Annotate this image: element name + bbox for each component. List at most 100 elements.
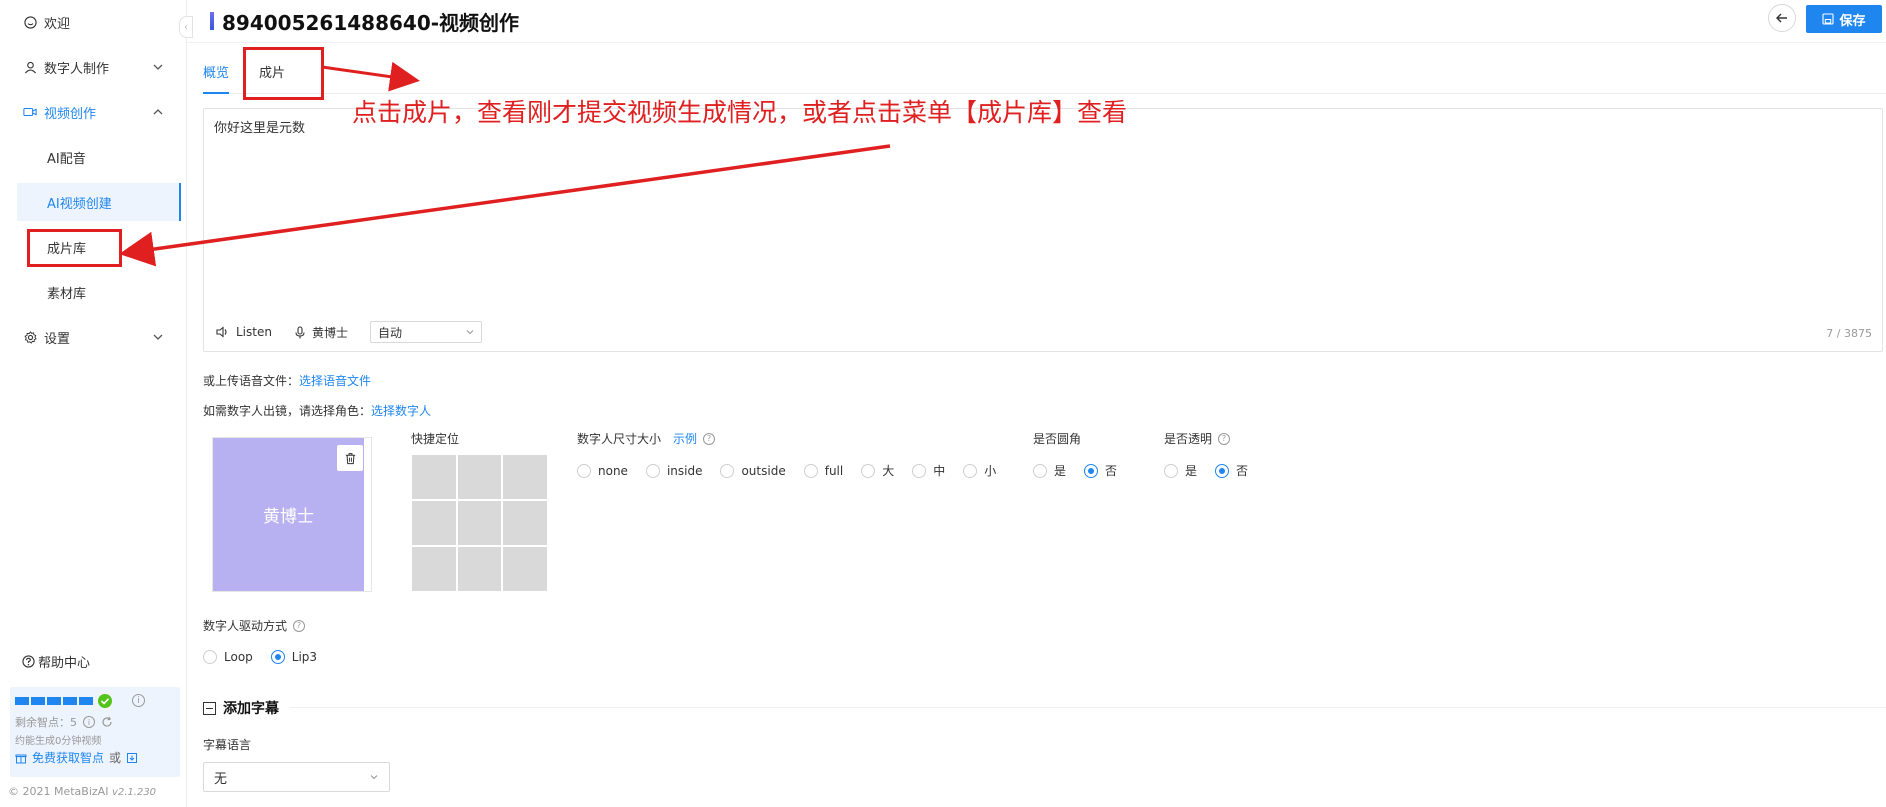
avatar-name: 黄博士	[263, 507, 314, 527]
speed-select[interactable]: 自动	[369, 321, 482, 343]
video-icon	[22, 104, 38, 120]
sidebar-subitem-ai-video[interactable]: AI视频创建	[17, 183, 181, 221]
speaker-icon	[216, 326, 227, 338]
back-button[interactable]	[1768, 4, 1796, 32]
highlight-box-library	[27, 229, 122, 267]
voice-selector[interactable]: 黄博士	[294, 324, 348, 341]
drive-loop[interactable]: Loop	[203, 650, 253, 664]
version: v2.1.230	[111, 787, 157, 798]
check-circle-icon	[98, 694, 112, 708]
position-cell[interactable]	[412, 501, 456, 545]
user-icon	[22, 59, 38, 75]
info-icon[interactable]: i	[83, 716, 95, 728]
position-cell[interactable]	[412, 455, 456, 499]
sidebar-subitem-material-library[interactable]: 素材库	[17, 273, 181, 311]
sidebar-item-digital-human[interactable]: 数字人制作	[0, 47, 187, 87]
arrow-left-icon	[1776, 13, 1787, 23]
points-level-bar	[15, 697, 93, 705]
question-icon	[22, 655, 35, 668]
size-option-small[interactable]: 小	[963, 462, 996, 479]
trash-icon	[345, 452, 355, 464]
position-cell[interactable]	[503, 501, 547, 545]
size-option-large[interactable]: 大	[861, 462, 894, 479]
add-subtitle-toggle[interactable]: 添加字幕	[203, 698, 279, 718]
gift-icon	[15, 752, 27, 764]
size-option-none[interactable]: none	[577, 463, 628, 478]
select-role-row: 如需数字人出镜，请选择角色：选择数字人	[203, 404, 432, 418]
subtitle-divider	[290, 707, 1886, 708]
rounded-no[interactable]: 否	[1084, 462, 1117, 479]
position-cell[interactable]	[503, 547, 547, 591]
or-text: 或	[109, 751, 122, 765]
sidebar-item-welcome[interactable]: 欢迎	[0, 2, 187, 42]
title-accent	[210, 12, 214, 30]
script-editor[interactable]: 你好这里是元数 Listen 黄博士 自动 7 / 3875	[203, 108, 1883, 352]
transparent-label: 是否透明	[1164, 432, 1213, 446]
page-title: 894005261488640-视频创作	[222, 10, 520, 35]
size-label-row: 数字人尺寸大小 示例 ?	[577, 430, 716, 447]
size-option-medium[interactable]: 中	[912, 462, 945, 479]
listen-label: Listen	[236, 325, 272, 339]
help-center-link[interactable]: 帮助中心	[22, 652, 90, 671]
points-remaining: 剩余智点：5	[15, 716, 77, 729]
size-example-link[interactable]: 示例	[673, 430, 697, 447]
sidebar-item-label: 设置	[44, 331, 71, 347]
character-counter: 7 / 3875	[1826, 327, 1872, 340]
voice-name: 黄博士	[311, 325, 348, 340]
sidebar-item-settings[interactable]: 设置	[0, 317, 187, 357]
size-option-full[interactable]: full	[803, 463, 843, 478]
highlight-box-tab	[243, 47, 324, 100]
rounded-yes[interactable]: 是	[1033, 462, 1066, 479]
save-button[interactable]: 保存	[1806, 5, 1882, 33]
sidebar: 欢迎 数字人制作 视频创作 AI配音 AI视频创建 成片库 素材库 设置 帮助中…	[0, 0, 187, 807]
transparent-label-row: 是否透明 ?	[1164, 430, 1231, 447]
digital-human-card[interactable]: 黄博士	[212, 437, 372, 592]
chevron-down-icon	[370, 775, 378, 780]
refresh-icon[interactable]	[101, 716, 113, 728]
size-option-inside[interactable]: inside	[645, 463, 702, 478]
transparent-no[interactable]: 否	[1215, 462, 1248, 479]
speed-select-value: 自动	[377, 325, 402, 340]
rounded-corner-label: 是否圆角	[1033, 432, 1082, 446]
position-cell[interactable]	[457, 547, 502, 591]
subtitle-language-label: 字幕语言	[203, 738, 252, 752]
position-cell[interactable]	[457, 455, 502, 499]
upload-audio-row: 或上传语音文件：选择语音文件	[203, 374, 372, 388]
transparent-yes[interactable]: 是	[1164, 462, 1197, 479]
select-audio-file-link[interactable]: 选择语音文件	[299, 374, 371, 388]
size-option-outside[interactable]: outside	[720, 463, 786, 478]
drive-lip3[interactable]: Lip3	[270, 650, 317, 664]
collapse-sidebar-button[interactable]: ‹	[179, 16, 193, 38]
script-text[interactable]: 你好这里是元数	[214, 117, 305, 136]
select-digital-human-link[interactable]: 选择数字人	[371, 404, 431, 418]
sidebar-item-video-creation[interactable]: 视频创作	[0, 92, 187, 132]
info-icon[interactable]: i	[132, 694, 145, 707]
position-cell[interactable]	[457, 501, 502, 545]
tab-overview[interactable]: 概览	[203, 62, 230, 94]
subtitle-language-select[interactable]: 无	[203, 762, 390, 792]
chevron-down-icon	[153, 64, 163, 70]
sidebar-subitem-ai-voice[interactable]: AI配音	[17, 138, 181, 176]
delete-button[interactable]	[337, 445, 363, 471]
microphone-icon	[295, 325, 305, 338]
question-icon[interactable]: ?	[703, 432, 716, 445]
gear-icon	[22, 329, 38, 345]
listen-button[interactable]: Listen	[216, 325, 272, 339]
question-icon[interactable]: ?	[1218, 432, 1231, 445]
points-estimate: 约能生成0分钟视频	[15, 736, 102, 747]
download-icon[interactable]	[126, 752, 138, 764]
position-cell[interactable]	[412, 547, 456, 591]
add-subtitle-label: 添加字幕	[223, 701, 279, 717]
size-radio-group: none inside outside full 大 中 小	[577, 462, 1014, 479]
chevron-up-icon	[153, 109, 163, 115]
drive-mode-label: 数字人驱动方式	[203, 619, 288, 633]
sidebar-item-label: 视频创作	[44, 106, 97, 122]
position-cell[interactable]	[503, 455, 547, 499]
rounded-corner-radio-group: 是 否	[1033, 462, 1135, 479]
question-icon[interactable]: ?	[293, 619, 306, 632]
smile-icon	[22, 14, 38, 30]
drive-mode-label-row: 数字人驱动方式 ?	[203, 617, 306, 634]
free-points-link[interactable]: 免费获取智点	[32, 749, 104, 766]
subtitle-language-value: 无	[214, 771, 228, 787]
points-panel: i 剩余智点：5 i 约能生成0分钟视频 免费获取智点 或	[10, 687, 180, 777]
